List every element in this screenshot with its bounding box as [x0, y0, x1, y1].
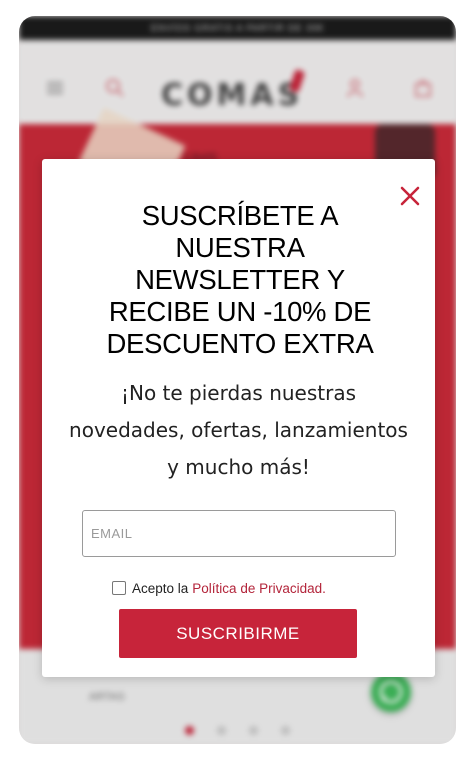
modal-headline: SUSCRÍBETE A NUESTRA NEWSLETTER Y RECIBE… — [106, 200, 374, 359]
modal-subtext: ¡No te pierdas nuestras novedades, ofert… — [69, 381, 408, 479]
subscribe-button[interactable]: SUSCRIBIRME — [119, 609, 357, 658]
privacy-consent: Acepto la Política de Privacidad. — [112, 579, 326, 597]
privacy-checkbox[interactable] — [112, 581, 126, 595]
email-field[interactable] — [82, 510, 396, 557]
phone-screen: ENVÍOS GRATIS A PARTIR DE 39€ COMAS ARTA… — [19, 16, 456, 744]
newsletter-modal: SUSCRÍBETE A NUESTRA NEWSLETTER Y RECIBE… — [42, 159, 435, 677]
close-icon[interactable] — [397, 183, 423, 209]
privacy-policy-link[interactable]: Política de Privacidad. — [192, 581, 326, 596]
consent-text: Acepto la — [132, 580, 189, 596]
